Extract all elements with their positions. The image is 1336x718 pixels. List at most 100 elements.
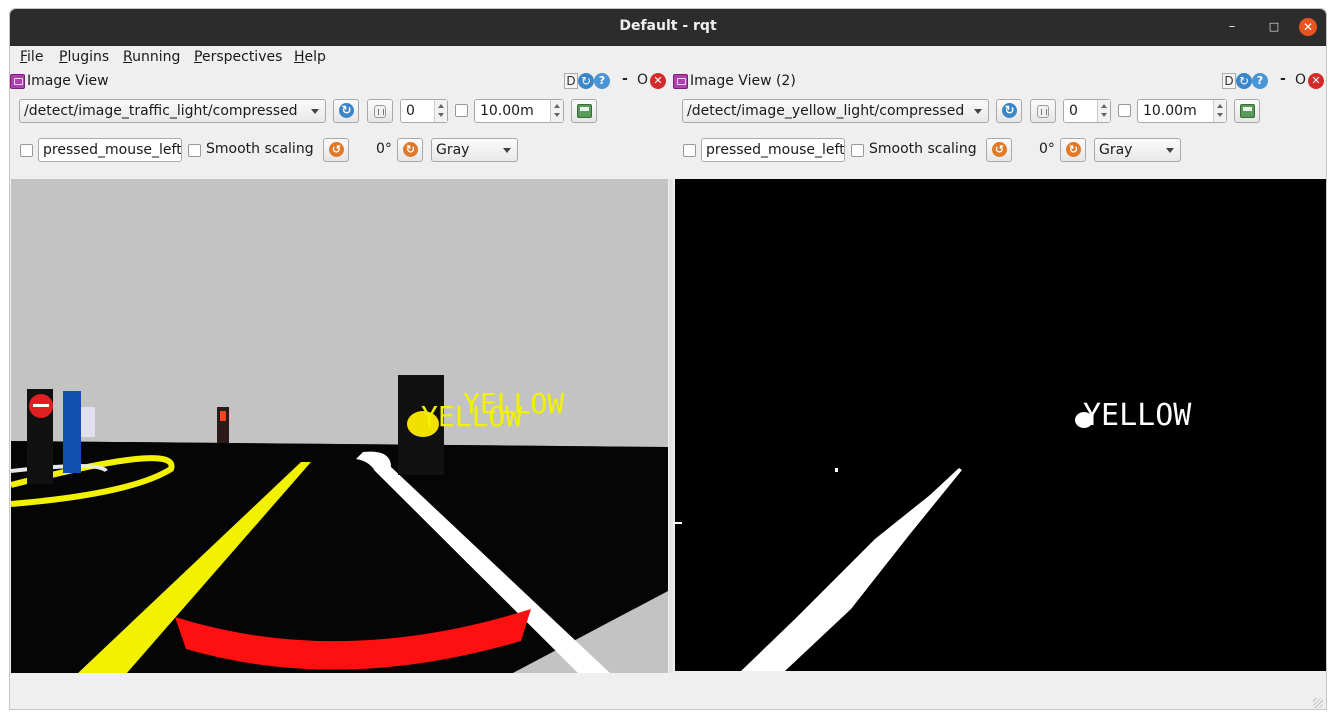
mask-background	[675, 179, 1326, 671]
spinbox-arrows[interactable]	[434, 100, 447, 122]
image-view-plugin-icon	[673, 74, 688, 89]
menu-perspectives[interactable]: Perspectives	[194, 49, 282, 65]
stop-sign-bar	[33, 404, 49, 407]
window-title: Default - rqt	[619, 18, 717, 34]
topic-select[interactable]: /detect/image_yellow_light/compressed	[682, 99, 989, 123]
save-icon	[1240, 104, 1255, 118]
reload-icon[interactable]: ↻	[1236, 73, 1252, 89]
binary-mask-canvas: YELLOW	[675, 179, 1326, 671]
rqt-window: Default - rqt – □ ✕ File Plugins Running…	[9, 8, 1327, 710]
rotate-left-icon: ↺	[992, 142, 1007, 157]
window-minimize-button[interactable]: –	[1223, 18, 1241, 36]
max-range-value: 10.00m	[1143, 103, 1197, 119]
sky	[11, 179, 668, 447]
window-maximize-button[interactable]: □	[1265, 18, 1283, 36]
max-range-spinbox[interactable]: 10.00m	[474, 99, 564, 123]
distant-light-lamp	[220, 411, 226, 421]
num-gridlines-value: 0	[1069, 103, 1078, 119]
rotate-left-button[interactable]: ↺	[323, 138, 349, 162]
max-range-spinbox[interactable]: 10.00m	[1137, 99, 1227, 123]
spinbox-arrows[interactable]	[550, 100, 563, 122]
mouse-topic-field[interactable]: pressed_mouse_left	[38, 138, 182, 162]
noise-dot	[835, 468, 838, 472]
menu-help[interactable]: Help	[294, 49, 326, 65]
sign-back	[81, 407, 95, 437]
smooth-scaling-label: Smooth scaling	[206, 141, 314, 157]
color-scheme-value: Gray	[1099, 142, 1133, 158]
refresh-icon: ↻	[1002, 103, 1017, 118]
refresh-topics-button[interactable]: ↻	[333, 99, 359, 123]
mouse-topic-value: pressed_mouse_left	[43, 142, 182, 158]
chevron-down-icon	[1166, 148, 1174, 153]
smooth-scaling-label: Smooth scaling	[869, 141, 977, 157]
image-view-panel-2: Image View (2) D ↻ ? - O ✕ /detect/image…	[673, 70, 1326, 671]
topic-select[interactable]: /detect/image_traffic_light/compressed	[19, 99, 326, 123]
binary-mask-image[interactable]: YELLOW	[675, 179, 1326, 671]
menu-plugins[interactable]: Plugins	[59, 49, 109, 65]
max-range-value: 10.00m	[480, 103, 534, 119]
color-scheme-select[interactable]: Gray	[1094, 138, 1181, 162]
spinbox-arrows[interactable]	[1097, 100, 1110, 122]
save-icon	[577, 104, 592, 118]
topic-select-value: /detect/image_yellow_light/compressed	[687, 103, 965, 119]
reload-icon[interactable]: ↻	[578, 73, 594, 89]
float-panel-button[interactable]: O	[1295, 72, 1306, 88]
panel-header: Image View (2) D ↻ ? - O ✕	[673, 70, 1326, 94]
yellow-label-2: YELLOW	[463, 387, 564, 420]
num-gridlines-spinbox[interactable]: 0	[1063, 99, 1111, 123]
window-close-button[interactable]: ✕	[1299, 18, 1317, 36]
pause-icon	[374, 105, 386, 118]
minimize-panel-button[interactable]: -	[622, 71, 628, 87]
rotate-right-button[interactable]: ↻	[397, 138, 423, 162]
num-gridlines-value: 0	[406, 103, 415, 119]
publish-click-checkbox[interactable]	[20, 144, 33, 157]
panel-title: Image View (2)	[690, 73, 796, 89]
dock-icon[interactable]: D	[1222, 73, 1236, 89]
resize-grip[interactable]	[1313, 698, 1323, 708]
save-image-button[interactable]	[571, 99, 597, 123]
chevron-down-icon	[503, 148, 511, 153]
image-view-plugin-icon	[10, 74, 25, 89]
dynamic-range-checkbox[interactable]	[1118, 104, 1131, 117]
topic-select-value: /detect/image_traffic_light/compressed	[24, 103, 298, 119]
smooth-scaling-checkbox[interactable]	[851, 144, 864, 157]
camera-image[interactable]: YELLOW YELLOW	[11, 179, 668, 674]
rotate-left-button[interactable]: ↺	[986, 138, 1012, 162]
pause-button[interactable]	[367, 99, 393, 123]
rotate-left-icon: ↺	[329, 142, 344, 157]
mouse-topic-value: pressed_mouse_left	[706, 142, 845, 158]
num-gridlines-spinbox[interactable]: 0	[400, 99, 448, 123]
panel-title: Image View	[27, 73, 109, 89]
close-icon[interactable]: ✕	[650, 73, 666, 89]
close-icon[interactable]: ✕	[1308, 73, 1324, 89]
help-icon[interactable]: ?	[594, 73, 610, 89]
rotate-right-button[interactable]: ↻	[1060, 138, 1086, 162]
edge-tick	[675, 522, 682, 524]
panel-header: Image View D ↻ ? - O ✕	[10, 70, 669, 94]
refresh-topics-button[interactable]: ↻	[996, 99, 1022, 123]
color-scheme-select[interactable]: Gray	[431, 138, 518, 162]
rotate-right-icon: ↻	[1066, 142, 1081, 157]
camera-image-canvas: YELLOW YELLOW	[11, 179, 668, 674]
menu-bar: File Plugins Running Perspectives Help	[10, 46, 1326, 70]
minimize-panel-button[interactable]: -	[1280, 71, 1286, 87]
menu-running[interactable]: Running	[123, 49, 180, 65]
save-image-button[interactable]	[1234, 99, 1260, 123]
color-scheme-value: Gray	[436, 142, 470, 158]
smooth-scaling-checkbox[interactable]	[188, 144, 201, 157]
menu-file[interactable]: File	[20, 49, 43, 65]
blue-sign	[63, 391, 81, 473]
spinbox-arrows[interactable]	[1213, 100, 1226, 122]
chevron-down-icon	[311, 109, 319, 114]
title-bar: Default - rqt – □ ✕	[10, 9, 1326, 46]
float-panel-button[interactable]: O	[637, 72, 648, 88]
dock-icon[interactable]: D	[564, 73, 578, 89]
mask-yellow-label: YELLOW	[1083, 398, 1192, 433]
publish-click-checkbox[interactable]	[683, 144, 696, 157]
pause-button[interactable]	[1030, 99, 1056, 123]
mouse-topic-field[interactable]: pressed_mouse_left	[701, 138, 845, 162]
dynamic-range-checkbox[interactable]	[455, 104, 468, 117]
refresh-icon: ↻	[339, 103, 354, 118]
chevron-down-icon	[974, 109, 982, 114]
help-icon[interactable]: ?	[1252, 73, 1268, 89]
